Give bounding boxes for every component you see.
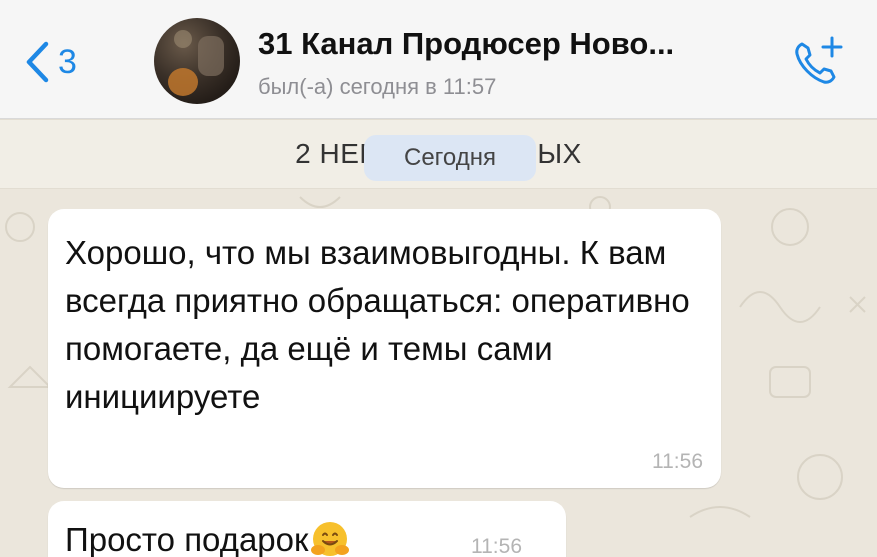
message-text-line: Просто подарок (65, 519, 350, 557)
date-separator: Сегодня (364, 135, 536, 181)
phone-plus-icon (795, 36, 843, 84)
chevron-left-icon (26, 41, 49, 83)
incoming-message[interactable]: Просто подарок 11:56 (48, 501, 566, 557)
chat-header: 3 31 Канал Продюсер Ново... был(-а) сего… (0, 0, 877, 119)
message-time: 11:56 (652, 450, 703, 473)
avatar[interactable] (154, 18, 240, 104)
message-time: 11:56 (471, 535, 522, 557)
message-text: Просто подарок (65, 521, 309, 557)
message-list[interactable]: 2 НЕПРОЧИТАННЫХ Сегодня Хорошо, что мы в… (0, 119, 877, 557)
add-call-button[interactable] (790, 34, 846, 90)
unread-count: 3 (58, 42, 77, 81)
back-button[interactable]: 3 (24, 38, 77, 86)
message-text: Хорошо, что мы взаимовыгодны. К вам всег… (65, 234, 690, 415)
date-label: Сегодня (404, 144, 496, 171)
incoming-message[interactable]: Хорошо, что мы взаимовыгодны. К вам всег… (48, 209, 721, 488)
hugging-face-emoji-icon (311, 522, 350, 556)
chat-screen: 3 31 Канал Продюсер Ново... был(-а) сего… (0, 0, 877, 557)
chat-title[interactable]: 31 Канал Продюсер Ново... (258, 26, 674, 62)
last-seen-status: был(-а) сегодня в 11:57 (258, 74, 497, 99)
